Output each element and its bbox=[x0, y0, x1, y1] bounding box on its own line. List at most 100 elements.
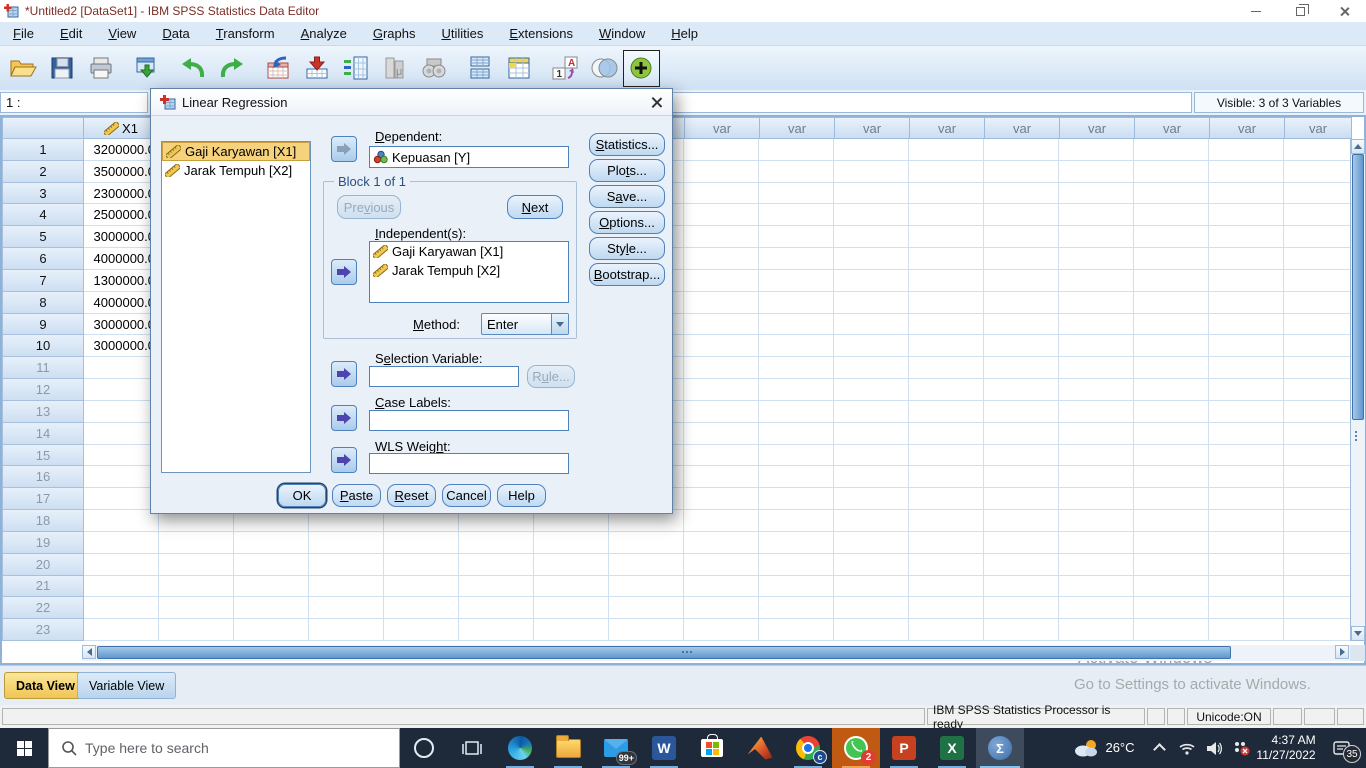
cell-x1[interactable] bbox=[84, 554, 159, 576]
column-header-var[interactable]: var bbox=[1284, 117, 1352, 139]
bootstrap-button[interactable]: Bootstrap... bbox=[589, 263, 665, 286]
vertical-scroll-thumb[interactable] bbox=[1352, 154, 1364, 420]
split-file-button[interactable] bbox=[460, 49, 499, 87]
cell-x1[interactable] bbox=[84, 597, 159, 619]
column-header-var[interactable]: var bbox=[834, 117, 910, 139]
save-button[interactable] bbox=[42, 49, 81, 87]
show-all-variables-button[interactable] bbox=[623, 50, 660, 87]
menu-analyze[interactable]: Analyze bbox=[288, 23, 360, 44]
rule-button[interactable]: Rule... bbox=[527, 365, 575, 388]
value-labels-button[interactable]: A1 bbox=[545, 49, 584, 87]
row-header[interactable]: 5 bbox=[2, 225, 84, 248]
move-wls-button[interactable] bbox=[331, 447, 357, 473]
row-header[interactable]: 6 bbox=[2, 247, 84, 270]
row-header[interactable]: 13 bbox=[2, 400, 84, 423]
volume-button[interactable] bbox=[1200, 728, 1228, 768]
empty-cells[interactable] bbox=[159, 532, 1352, 554]
search-input[interactable] bbox=[85, 740, 355, 756]
menu-graphs[interactable]: Graphs bbox=[360, 23, 429, 44]
column-header-var[interactable]: var bbox=[1059, 117, 1135, 139]
dialog-close-icon[interactable] bbox=[650, 96, 663, 109]
weather-widget[interactable]: 26°C bbox=[1064, 728, 1144, 768]
column-header-var[interactable]: var bbox=[759, 117, 835, 139]
scroll-down-button[interactable] bbox=[1351, 626, 1365, 641]
statistics-button[interactable]: Statistics... bbox=[589, 133, 665, 156]
cell-x1[interactable]: 2300000.0 bbox=[84, 183, 159, 205]
cell-x1[interactable]: 4000000.0 bbox=[84, 292, 159, 314]
cell-x1[interactable] bbox=[84, 423, 159, 445]
cell-x1[interactable]: 1300000.0 bbox=[84, 270, 159, 292]
open-data-button[interactable] bbox=[3, 49, 42, 87]
style-button[interactable]: Style... bbox=[589, 237, 665, 260]
vertical-scrollbar[interactable] bbox=[1350, 139, 1365, 641]
taskbar-excel[interactable]: X bbox=[928, 728, 976, 768]
column-header-var[interactable]: var bbox=[1209, 117, 1285, 139]
taskbar-mail[interactable]: 99+ bbox=[592, 728, 640, 768]
cell-x1[interactable]: 3000000.0 bbox=[84, 335, 159, 357]
row-header[interactable]: 21 bbox=[2, 575, 84, 598]
cell-x1[interactable] bbox=[84, 576, 159, 598]
plots-button[interactable]: Plots... bbox=[589, 159, 665, 182]
help-button[interactable]: Help bbox=[497, 484, 546, 507]
independents-list[interactable]: Gaji Karyawan [X1] Jarak Tempuh [X2] bbox=[369, 241, 569, 303]
find-button[interactable] bbox=[414, 49, 453, 87]
menu-file[interactable]: File bbox=[0, 23, 47, 44]
row-header[interactable]: 2 bbox=[2, 160, 84, 183]
move-independent-button[interactable] bbox=[331, 259, 357, 285]
row-header[interactable]: 9 bbox=[2, 313, 84, 336]
cell-x1[interactable] bbox=[84, 619, 159, 641]
previous-button[interactable]: Previous bbox=[337, 195, 401, 219]
select-cases-button[interactable] bbox=[499, 49, 538, 87]
taskbar-edge[interactable] bbox=[496, 728, 544, 768]
cell-x1[interactable] bbox=[84, 532, 159, 554]
independent-variable-item[interactable]: Jarak Tempuh [X2] bbox=[370, 261, 568, 280]
row-header[interactable]: 19 bbox=[2, 531, 84, 554]
tab-variable-view[interactable]: Variable View bbox=[77, 672, 176, 699]
cell-x1[interactable] bbox=[84, 401, 159, 423]
cell-x1[interactable] bbox=[84, 488, 159, 510]
cell-x1[interactable]: 4000000.0 bbox=[84, 248, 159, 270]
row-header[interactable]: 4 bbox=[2, 203, 84, 226]
source-variable-item[interactable]: Jarak Tempuh [X2] bbox=[162, 161, 310, 180]
clock-widget[interactable]: 4:37 AM11/27/2022 bbox=[1254, 728, 1318, 768]
minimize-button[interactable] bbox=[1234, 1, 1278, 21]
descriptive-statistics-button[interactable]: μ bbox=[375, 49, 414, 87]
row-header[interactable]: 1 bbox=[2, 138, 84, 161]
taskbar-whatsapp[interactable]: 2 bbox=[832, 728, 880, 768]
corner-header-cell[interactable] bbox=[2, 117, 84, 139]
menu-utilities[interactable]: Utilities bbox=[428, 23, 496, 44]
menu-edit[interactable]: Edit bbox=[47, 23, 95, 44]
column-header-var[interactable]: var bbox=[909, 117, 985, 139]
restore-button[interactable] bbox=[1278, 1, 1322, 21]
column-header-var[interactable]: var bbox=[684, 117, 760, 139]
cell-x1[interactable]: 3000000.0 bbox=[84, 314, 159, 336]
column-header-x1[interactable]: X1 bbox=[83, 117, 159, 139]
empty-cells[interactable] bbox=[159, 576, 1352, 598]
reset-button[interactable]: Reset bbox=[387, 484, 436, 507]
taskbar-search[interactable] bbox=[48, 728, 400, 768]
cell-x1[interactable]: 3200000.0 bbox=[84, 139, 159, 161]
source-variables-list[interactable]: Gaji Karyawan [X1] Jarak Tempuh [X2] bbox=[161, 141, 311, 473]
move-dependent-button[interactable] bbox=[331, 136, 357, 162]
row-header[interactable]: 22 bbox=[2, 596, 84, 619]
action-center-button[interactable]: 35 bbox=[1318, 728, 1366, 768]
taskbar-word[interactable]: W bbox=[640, 728, 688, 768]
row-header[interactable]: 12 bbox=[2, 378, 84, 401]
goto-variable-button[interactable] bbox=[297, 49, 336, 87]
method-dropdown[interactable]: Enter bbox=[481, 313, 569, 335]
scroll-up-button[interactable] bbox=[1351, 139, 1365, 154]
meet-now-button[interactable] bbox=[1228, 728, 1254, 768]
close-button[interactable] bbox=[1322, 1, 1366, 21]
row-header[interactable]: 11 bbox=[2, 356, 84, 379]
row-header[interactable]: 18 bbox=[2, 509, 84, 532]
dependent-field[interactable]: Kepuasan [Y] bbox=[369, 146, 569, 168]
empty-cells[interactable] bbox=[159, 554, 1352, 576]
row-header[interactable]: 14 bbox=[2, 422, 84, 445]
cell-x1[interactable] bbox=[84, 466, 159, 488]
menu-window[interactable]: Window bbox=[586, 23, 658, 44]
ok-button[interactable]: OK bbox=[278, 484, 326, 507]
taskbar-spss-active[interactable]: Σ bbox=[976, 728, 1024, 768]
row-header[interactable]: 15 bbox=[2, 444, 84, 467]
column-header-var[interactable]: var bbox=[984, 117, 1060, 139]
row-header[interactable]: 17 bbox=[2, 487, 84, 510]
